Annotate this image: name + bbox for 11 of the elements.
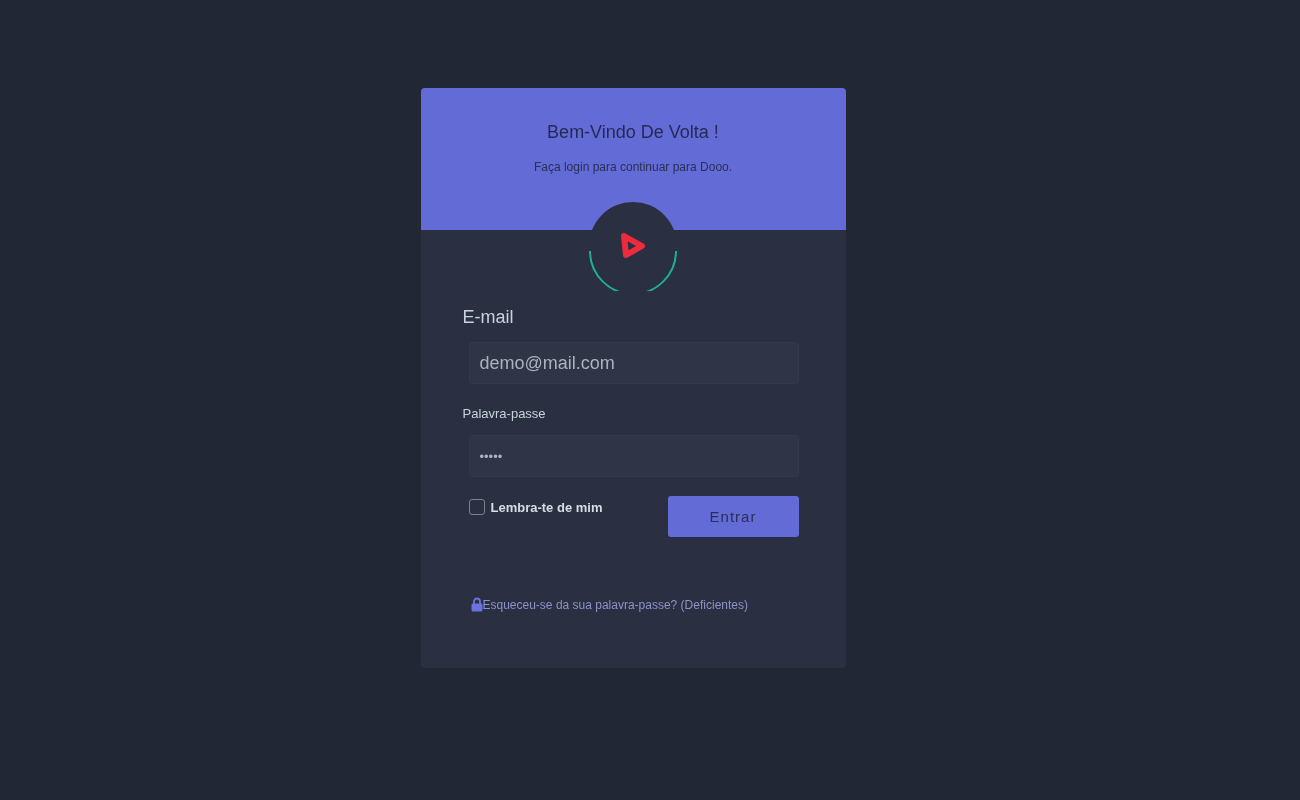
email-label: E-mail bbox=[462, 307, 515, 328]
email-field[interactable]: demo@mail.com bbox=[468, 342, 799, 384]
checkbox[interactable] bbox=[468, 499, 485, 515]
password-label: Palavra-passe bbox=[462, 406, 547, 421]
forgot-password-link[interactable]: Esqueceu-se da sua palavra-passe? (Deficientes) bbox=[482, 597, 748, 612]
welcome-title: Bem-Vindo De Volta ! bbox=[547, 122, 719, 143]
lock-icon bbox=[470, 597, 483, 612]
logo-badge-icon bbox=[588, 201, 678, 291]
remember-label: Lembra-te de mim bbox=[490, 499, 603, 515]
password-field[interactable]: ••••• bbox=[468, 435, 799, 477]
welcome-subtitle: Faça login para continuar para Dooo. bbox=[533, 160, 733, 174]
